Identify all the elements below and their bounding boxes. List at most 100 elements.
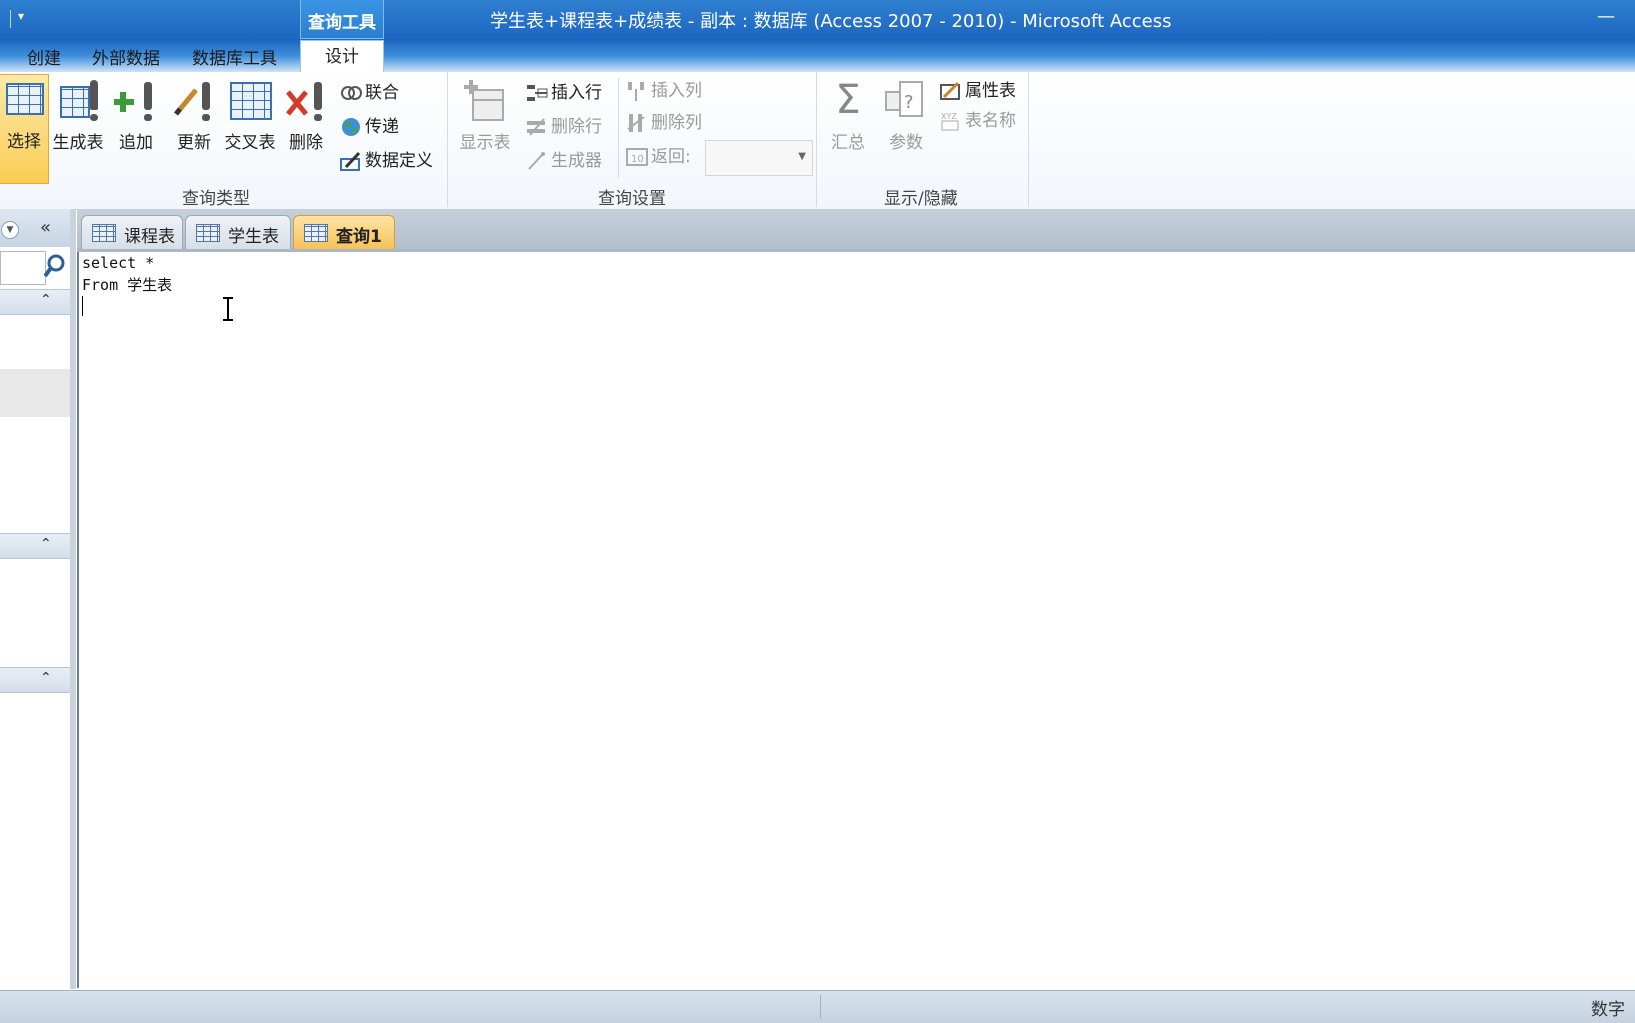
group-separator xyxy=(447,72,448,207)
delete-row-icon xyxy=(526,117,548,137)
collapse-group-icon[interactable]: ⌃ xyxy=(40,670,52,686)
window-title: 学生表+课程表+成绩表 - 副本 : 数据库 (Access 2007 - 20… xyxy=(490,11,1172,32)
nav-group-header[interactable]: ⌃ xyxy=(0,667,70,693)
sigma-icon: Σ xyxy=(835,77,861,123)
group-label-query-setup: 查询设置 xyxy=(598,189,666,209)
text-caret xyxy=(82,296,83,316)
nav-search-input[interactable] xyxy=(0,251,46,285)
append-button[interactable]: 追加 xyxy=(108,78,164,153)
tab-external-data[interactable]: 外部数据 xyxy=(92,44,160,69)
nav-group-header[interactable]: ⌃ xyxy=(0,533,70,559)
make-table-button[interactable]: 生成表 xyxy=(50,78,106,153)
group-separator xyxy=(816,72,817,207)
update-button[interactable]: 更新 xyxy=(166,78,222,153)
qat-separator xyxy=(10,10,11,28)
context-tab-group: 查询工具 xyxy=(300,0,384,39)
minimize-button[interactable]: — xyxy=(1597,6,1615,27)
show-table-button[interactable]: 显示表 xyxy=(455,78,515,153)
make-table-label: 生成表 xyxy=(52,133,104,153)
group-separator xyxy=(1028,72,1029,207)
doc-tab-query1[interactable]: 查询1 xyxy=(293,215,395,249)
num-lock-indicator: 数字 xyxy=(1591,1000,1625,1020)
totals-label: 汇总 xyxy=(831,133,865,153)
show-table-icon xyxy=(463,78,507,122)
data-definition-label: 数据定义 xyxy=(365,151,433,171)
sql-line: From 学生表 xyxy=(82,276,173,294)
return-control: 10 返回: xyxy=(626,142,691,170)
parameters-button[interactable]: ? 参数 xyxy=(878,78,934,153)
builder-label: 生成器 xyxy=(551,151,602,171)
builder-wand-icon xyxy=(526,151,548,171)
parameters-label: 参数 xyxy=(889,133,923,153)
pass-through-button[interactable]: 传递 xyxy=(340,112,399,140)
insert-column-icon xyxy=(626,81,648,101)
ibeam-cursor-icon xyxy=(221,296,235,322)
builder-button[interactable]: 生成器 xyxy=(526,146,602,174)
totals-button[interactable]: Σ 汇总 xyxy=(820,78,876,153)
doc-tab-label: 课程表 xyxy=(124,227,175,247)
update-pencil-icon xyxy=(172,78,216,122)
property-sheet-label: 属性表 xyxy=(965,81,1016,101)
delete-x-icon xyxy=(284,78,328,122)
insert-row-icon xyxy=(526,83,548,103)
table-icon xyxy=(92,224,116,242)
insert-row-button[interactable]: 插入行 xyxy=(526,78,602,106)
crosstab-icon xyxy=(228,78,272,122)
crosstab-button[interactable]: 交叉表 xyxy=(222,78,278,153)
show-table-label: 显示表 xyxy=(459,133,511,153)
select-query-label: 选择 xyxy=(7,132,41,152)
collapse-group-icon[interactable]: ⌃ xyxy=(40,536,52,552)
nav-group-header[interactable]: ⌃ xyxy=(0,289,70,315)
doc-tab-students[interactable]: 学生表 xyxy=(185,215,291,249)
table-names-button[interactable]: XYZ 表名称 xyxy=(940,106,1016,134)
ribbon: 选择 生成表 追加 更新 交叉表 删除 联合 传递 数据定义 查询类型 显示表 … xyxy=(0,72,1635,210)
delete-column-button[interactable]: 删除列 xyxy=(626,108,702,136)
tab-design[interactable]: 设计 xyxy=(300,40,384,74)
data-definition-button[interactable]: 数据定义 xyxy=(340,146,433,174)
ribbon-tab-bar: 创建 外部数据 数据库工具 设计 xyxy=(0,40,1635,74)
doc-tab-label: 学生表 xyxy=(228,227,279,247)
collapse-group-icon[interactable]: ⌃ xyxy=(40,292,52,308)
search-icon[interactable] xyxy=(43,254,66,278)
svg-text:?: ? xyxy=(904,92,914,113)
insert-column-button[interactable]: 插入列 xyxy=(626,76,702,104)
table-names-label: 表名称 xyxy=(965,111,1016,131)
union-label: 联合 xyxy=(365,83,399,103)
return-icon: 10 xyxy=(626,147,648,167)
inner-separator xyxy=(618,78,619,178)
append-label: 追加 xyxy=(119,133,153,153)
insert-row-label: 插入行 xyxy=(551,83,602,103)
parameters-icon: ? xyxy=(884,78,928,122)
pane-splitter[interactable] xyxy=(70,209,76,989)
quick-access-toolbar[interactable]: ▾ xyxy=(0,9,30,30)
navigation-pane: ▼ « ⌃ ⌃ ⌃ xyxy=(0,209,71,989)
return-dropdown[interactable]: ▼ xyxy=(705,140,813,176)
globe-icon xyxy=(340,117,362,137)
nav-pane-header: ▼ « xyxy=(0,209,70,247)
collapse-pane-button[interactable]: « xyxy=(40,217,51,238)
doc-tab-label: 查询1 xyxy=(336,227,382,247)
select-query-icon xyxy=(2,75,46,119)
union-button[interactable]: 联合 xyxy=(340,78,399,106)
union-icon xyxy=(340,83,362,103)
nav-menu-dropdown-icon[interactable]: ▼ xyxy=(1,221,19,239)
sql-line: select * xyxy=(82,254,155,272)
tab-create[interactable]: 创建 xyxy=(27,44,61,69)
document-tab-bar: 课程表 学生表 查询1 xyxy=(77,209,1635,252)
delete-button[interactable]: 删除 xyxy=(278,78,334,153)
nav-item[interactable] xyxy=(0,369,70,417)
property-sheet-button[interactable]: 属性表 xyxy=(940,76,1016,104)
chevron-down-icon: ▼ xyxy=(798,151,806,162)
doc-tab-courses[interactable]: 课程表 xyxy=(81,215,183,249)
pass-through-label: 传递 xyxy=(365,117,399,137)
qat-customize-dropdown-icon[interactable]: ▾ xyxy=(18,9,24,23)
tab-database-tools[interactable]: 数据库工具 xyxy=(192,44,277,69)
delete-row-button[interactable]: 删除行 xyxy=(526,112,602,140)
table-icon xyxy=(196,224,220,242)
update-label: 更新 xyxy=(177,133,211,153)
select-query-button[interactable]: 选择 xyxy=(0,74,49,184)
query-icon xyxy=(304,224,328,242)
sql-editor[interactable]: select * From 学生表 xyxy=(77,252,1635,988)
delete-row-label: 删除行 xyxy=(551,117,602,137)
property-sheet-icon xyxy=(940,81,962,101)
